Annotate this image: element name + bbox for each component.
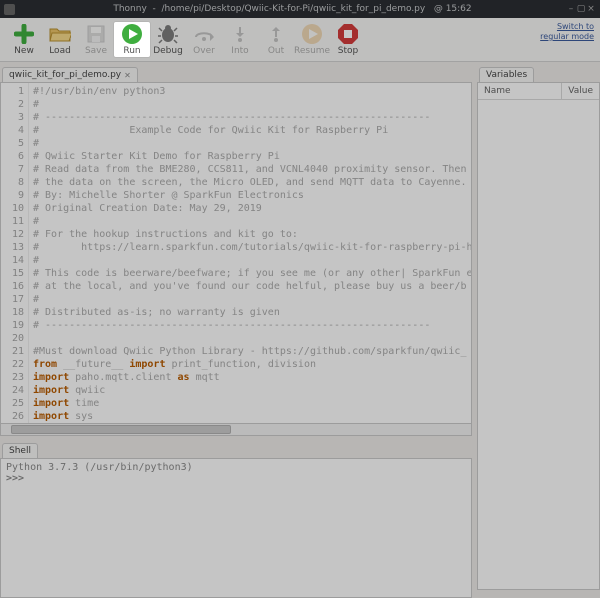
tab-label: qwiic_kit_for_pi_demo.py — [9, 70, 121, 80]
step-into-icon — [227, 23, 253, 45]
maximize-button[interactable]: ▢ — [576, 4, 586, 14]
save-icon — [83, 23, 109, 45]
window-titlebar: Thonny - /home/pi/Desktop/Qwiic-Kit-for-… — [0, 0, 600, 18]
step-over-button: Over — [186, 23, 222, 56]
load-button[interactable]: Load — [42, 23, 78, 56]
variables-tab-row: Variables — [477, 62, 600, 82]
step-over-icon — [191, 23, 217, 45]
bug-icon — [155, 23, 181, 45]
editor-horizontal-scrollbar[interactable] — [0, 424, 472, 436]
editor-tabs: qwiic_kit_for_pi_demo.py ✕ — [0, 62, 472, 82]
step-into-button: Into — [222, 23, 258, 56]
stop-button[interactable]: Stop — [330, 23, 366, 56]
run-button[interactable]: Run — [114, 22, 150, 57]
resume-icon — [299, 23, 325, 45]
resume-button: Resume — [294, 23, 330, 56]
save-button: Save — [78, 23, 114, 56]
shell-prompt: >>> — [6, 473, 466, 484]
folder-open-icon — [47, 23, 73, 45]
toolbar: New Load Save Run Debug Over Into Out Re… — [0, 18, 600, 62]
debug-button[interactable]: Debug — [150, 23, 186, 56]
shell-tab[interactable]: Shell — [2, 443, 38, 458]
col-value[interactable]: Value — [562, 83, 599, 99]
window-title: Thonny - /home/pi/Desktop/Qwiic-Kit-for-… — [19, 4, 566, 14]
app-icon — [4, 4, 15, 15]
step-out-button: Out — [258, 23, 294, 56]
minimize-button[interactable]: – — [566, 4, 576, 14]
shell-banner: Python 3.7.3 (/usr/bin/python3) — [6, 462, 466, 473]
col-name[interactable]: Name — [478, 83, 562, 99]
stop-icon — [335, 23, 361, 45]
close-button[interactable]: × — [586, 4, 596, 14]
left-pane: qwiic_kit_for_pi_demo.py ✕ 1234567891011… — [0, 62, 477, 598]
line-numbers: 1234567891011121314151617181920212223242… — [1, 83, 29, 423]
variables-header: Name Value — [478, 83, 599, 100]
code-editor[interactable]: 1234567891011121314151617181920212223242… — [0, 82, 472, 424]
plus-icon — [11, 23, 37, 45]
editor-tab[interactable]: qwiic_kit_for_pi_demo.py ✕ — [2, 67, 138, 82]
variables-panel: Name Value — [477, 82, 600, 590]
code-area[interactable]: #!/usr/bin/env python3## ---------------… — [29, 83, 471, 423]
switch-mode-link[interactable]: Switch toregular mode — [540, 22, 594, 42]
shell-panel[interactable]: Python 3.7.3 (/usr/bin/python3) >>> — [0, 458, 472, 598]
shell-tab-row: Shell — [0, 440, 472, 458]
new-button[interactable]: New — [6, 23, 42, 56]
main-content: qwiic_kit_for_pi_demo.py ✕ 1234567891011… — [0, 62, 600, 598]
play-icon — [119, 23, 145, 45]
variables-tab[interactable]: Variables — [479, 67, 534, 82]
right-pane: Variables Name Value — [477, 62, 600, 598]
close-tab-icon[interactable]: ✕ — [124, 71, 131, 80]
step-out-icon — [263, 23, 289, 45]
scrollbar-thumb[interactable] — [11, 425, 231, 434]
